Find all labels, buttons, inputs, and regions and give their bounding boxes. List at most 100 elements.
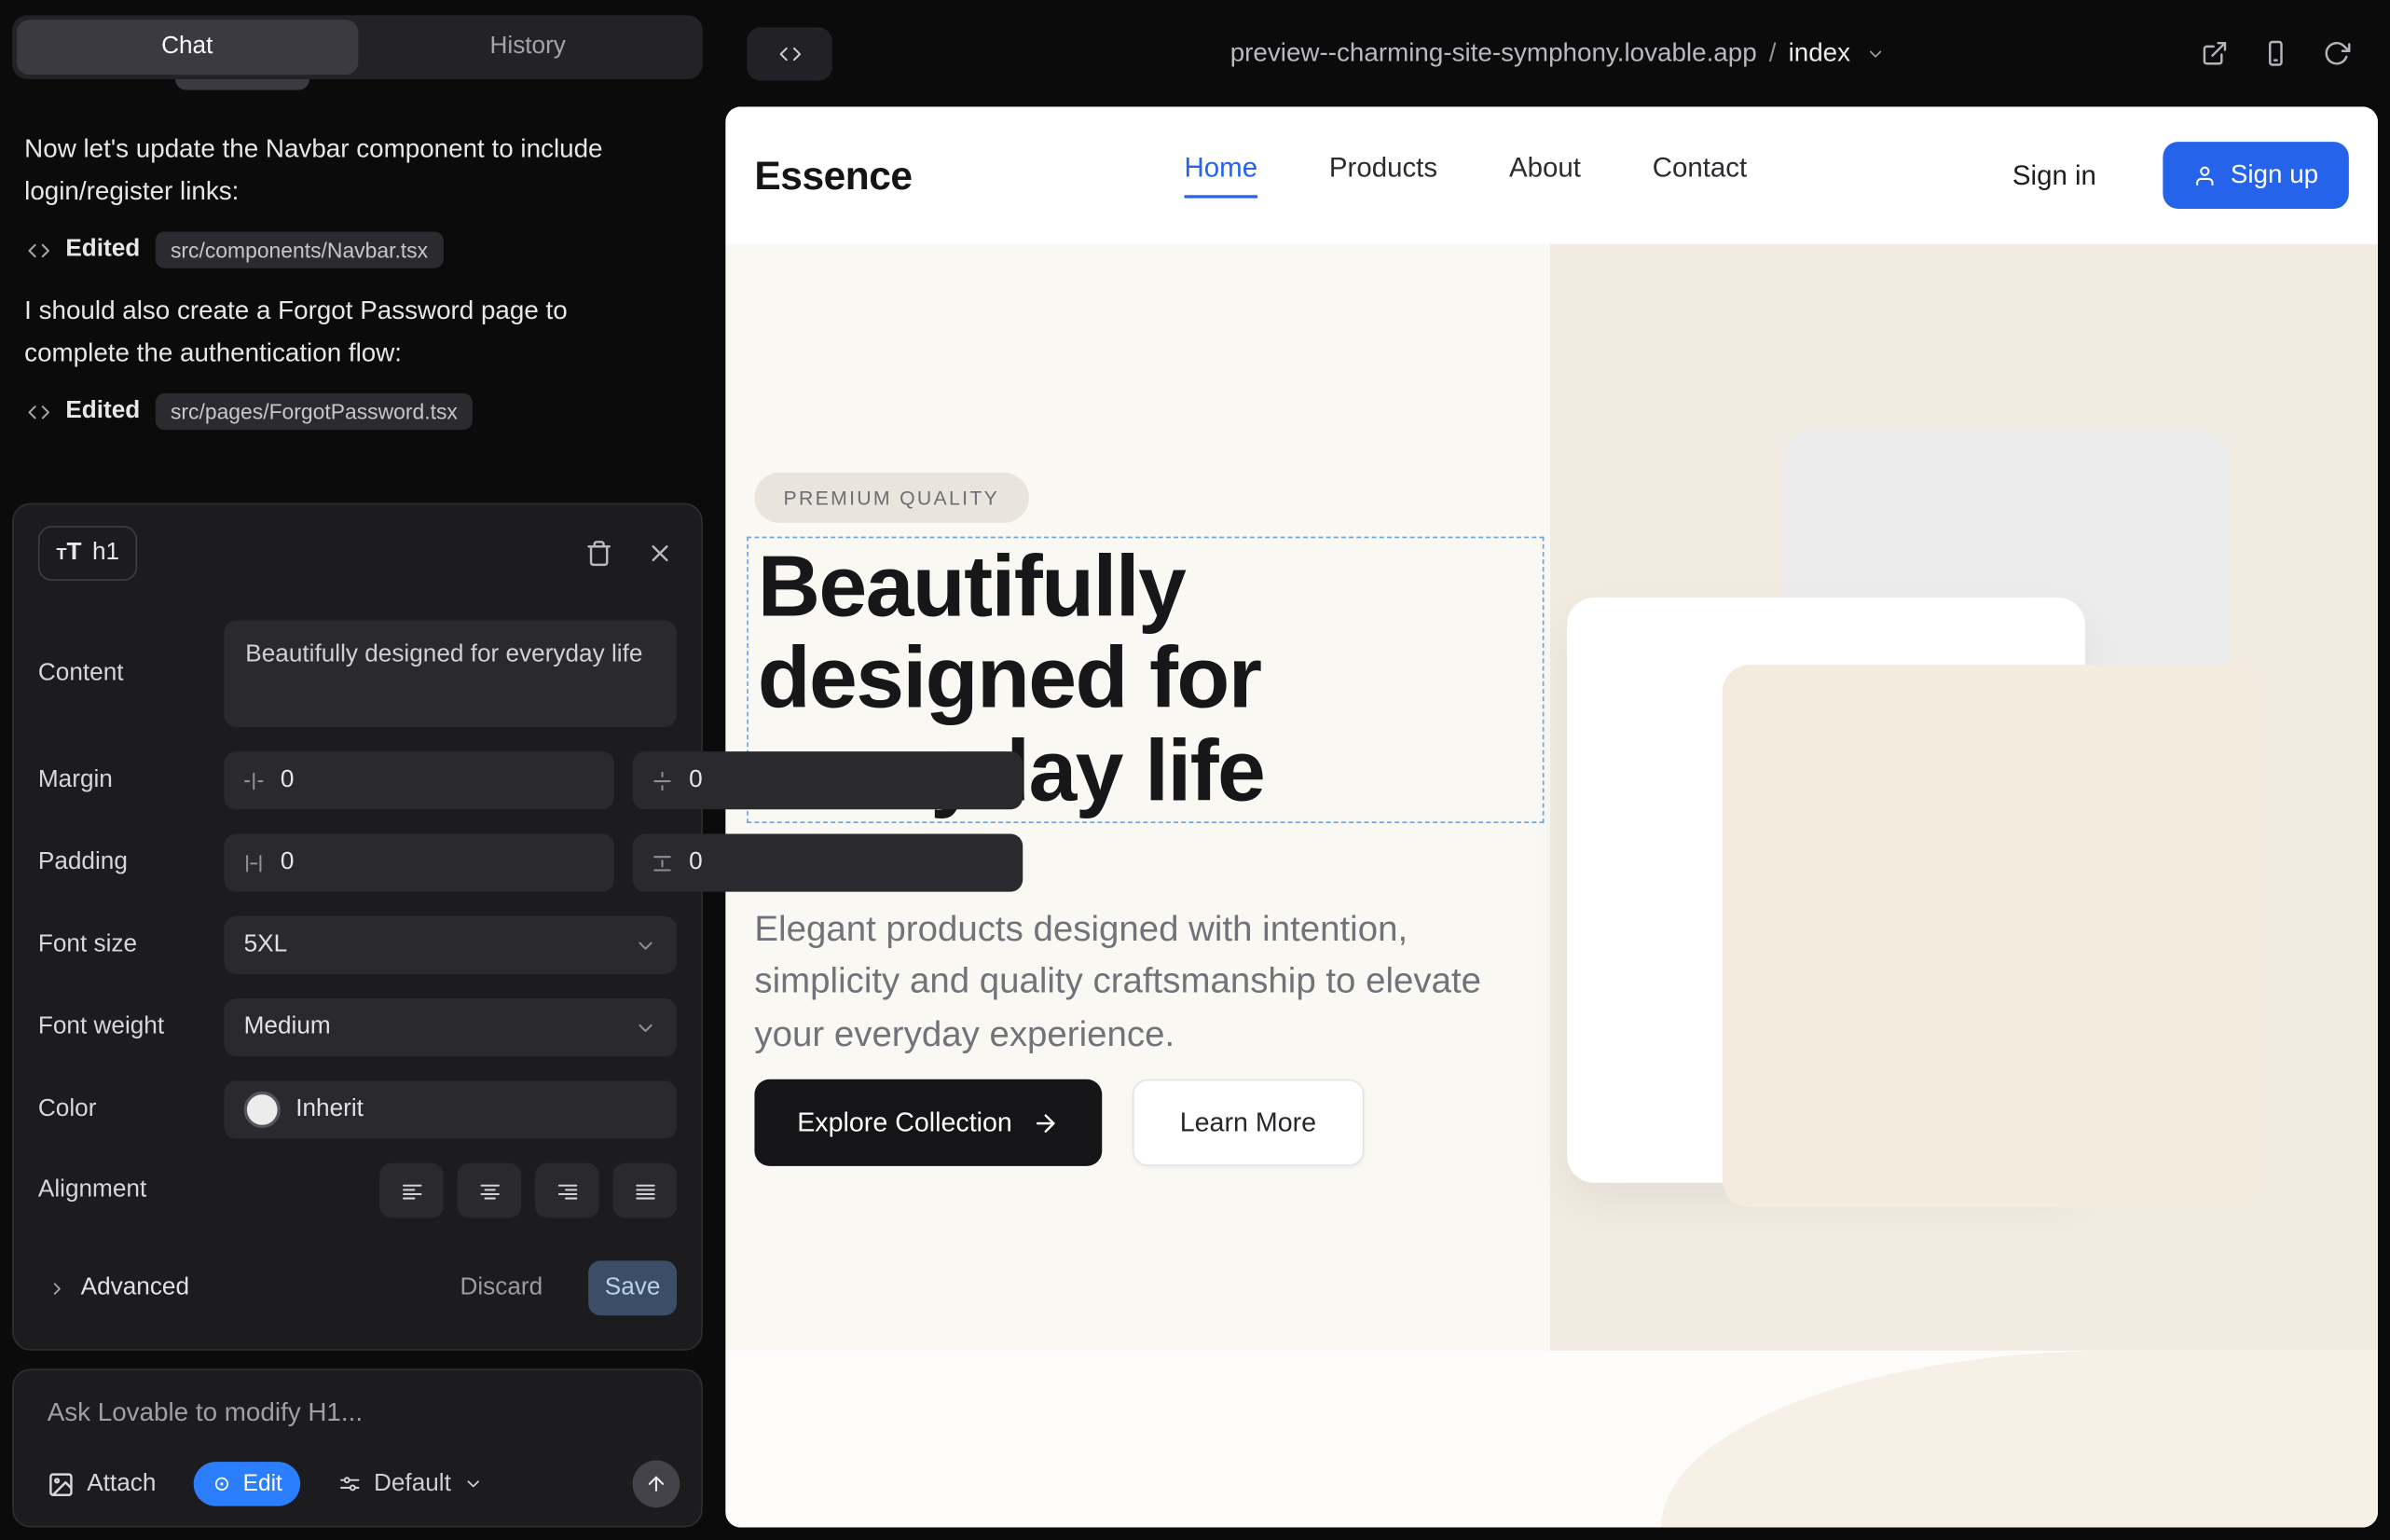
chat-composer: Attach Edit Default [12, 1368, 703, 1527]
nav-link-products[interactable]: Products [1329, 153, 1437, 199]
attach-label: Attach [87, 1470, 156, 1497]
refresh-button[interactable] [2323, 40, 2350, 67]
site-preview-frame: PREMIUM QUALITY Beautifully designed for… [725, 106, 2378, 1527]
tab-chat[interactable]: Chat [17, 20, 357, 75]
color-value: Inherit [295, 1096, 364, 1123]
align-right-button[interactable] [535, 1163, 599, 1218]
edited-file-row: Edited src/pages/ForgotPassword.tsx [27, 393, 678, 430]
align-center-icon [478, 1179, 501, 1203]
element-tag-pill[interactable]: TT h1 [38, 526, 138, 581]
nav-link-contact[interactable]: Contact [1653, 153, 1747, 199]
alignment-field-row: Alignment [14, 1163, 701, 1218]
edited-file-badge[interactable]: src/pages/ForgotPassword.tsx [156, 393, 474, 430]
padding-y-field [633, 833, 1023, 891]
content-textarea[interactable]: Beautifully designed for everyday life [224, 621, 677, 727]
font-weight-select[interactable]: Medium [224, 998, 677, 1056]
url-separator: / [1769, 38, 1777, 69]
font-weight-field-row: Font weight Medium [14, 998, 701, 1056]
color-label: Color [38, 1096, 224, 1123]
font-weight-label: Font weight [38, 1013, 224, 1040]
chevron-down-icon [634, 1016, 657, 1039]
smartphone-icon [2262, 40, 2289, 67]
preview-url-bar[interactable]: preview--charming-site-symphony.lovable.… [725, 0, 2390, 106]
chat-history-tabbar: Chat History [12, 15, 703, 79]
explore-collection-button[interactable]: Explore Collection [754, 1079, 1102, 1166]
chevron-down-icon [634, 934, 657, 957]
editor-footer: Advanced Discard Save [14, 1243, 701, 1315]
typography-icon: TT [57, 540, 82, 567]
font-size-label: Font size [38, 931, 224, 958]
save-button[interactable]: Save [588, 1260, 677, 1315]
tab-history[interactable]: History [357, 20, 697, 75]
padding-x-input[interactable] [281, 849, 596, 876]
edit-mode-button[interactable]: Edit [194, 1462, 300, 1506]
color-select[interactable]: Inherit [224, 1080, 677, 1138]
edited-file-badge[interactable]: src/components/Navbar.tsx [156, 232, 444, 268]
open-in-new-tab-button[interactable] [2201, 40, 2228, 67]
align-justify-button[interactable] [612, 1163, 677, 1218]
sliders-icon [338, 1473, 362, 1496]
font-weight-value: Medium [244, 1013, 331, 1040]
advanced-toggle[interactable]: Advanced [38, 1272, 199, 1303]
code-icon [27, 401, 50, 424]
nav-link-home[interactable]: Home [1185, 153, 1258, 199]
send-button[interactable] [633, 1461, 680, 1508]
arrow-right-icon [1032, 1109, 1059, 1136]
external-link-icon [2201, 40, 2228, 67]
decorative-card-beige [1723, 665, 2260, 1207]
padding-vertical-icon [651, 851, 674, 874]
hero-cta-row: Explore Collection Learn More [754, 1079, 1363, 1166]
chevron-right-icon [48, 1278, 67, 1298]
chat-message: I should also create a Forgot Password p… [24, 290, 641, 376]
chevron-down-icon [463, 1474, 483, 1493]
sign-in-button[interactable]: Sign in [2003, 158, 2106, 193]
attach-button[interactable]: Attach [38, 1469, 165, 1500]
composer-input[interactable] [44, 1395, 660, 1452]
advanced-label: Advanced [81, 1274, 189, 1301]
align-right-icon [556, 1179, 579, 1203]
content-label: Content [38, 660, 224, 687]
margin-vertical-icon [651, 769, 674, 792]
target-icon [213, 1474, 232, 1493]
color-field-row: Color Inherit [14, 1080, 701, 1138]
margin-horizontal-icon [242, 769, 266, 792]
edited-file-row: Edited src/components/Navbar.tsx [27, 232, 678, 268]
site-brand[interactable]: Essence [754, 152, 912, 199]
composer-toolbar: Attach Edit Default [38, 1461, 680, 1508]
margin-field-row: Margin [14, 751, 701, 809]
align-center-button[interactable] [458, 1163, 522, 1218]
model-mode-button[interactable]: Default [330, 1469, 492, 1500]
align-justify-icon [633, 1179, 656, 1203]
preview-path: index [1789, 38, 1850, 69]
element-tag-name: h1 [92, 540, 119, 567]
alignment-label: Alignment [38, 1176, 224, 1203]
margin-label: Margin [38, 767, 224, 794]
padding-x-field [224, 833, 614, 891]
learn-more-button[interactable]: Learn More [1133, 1079, 1364, 1166]
margin-y-input[interactable] [689, 767, 1004, 794]
align-left-button[interactable] [379, 1163, 444, 1218]
model-mode-label: Default [374, 1470, 451, 1497]
font-size-select[interactable]: 5XL [224, 916, 677, 974]
chat-message: Now let's update the Navbar component to… [24, 128, 641, 213]
chat-message-list: Now let's update the Navbar component to… [0, 94, 715, 451]
user-icon [2194, 164, 2218, 187]
preview-topbar: preview--charming-site-symphony.lovable.… [725, 0, 2390, 106]
nav-link-about[interactable]: About [1509, 153, 1581, 199]
sign-up-button[interactable]: Sign up [2163, 142, 2349, 209]
close-editor-button[interactable] [646, 540, 673, 567]
margin-y-field [633, 751, 1023, 809]
margin-x-input[interactable] [281, 767, 596, 794]
premium-quality-badge: PREMIUM QUALITY [754, 473, 1028, 523]
app-window: Chat History Now let's update the Navbar… [0, 0, 2390, 1540]
arrow-up-icon [645, 1473, 668, 1496]
code-icon [27, 239, 50, 262]
image-icon [48, 1470, 75, 1497]
padding-y-input[interactable] [689, 849, 1004, 876]
margin-x-field [224, 751, 614, 809]
color-swatch [244, 1092, 281, 1128]
editor-header: TT h1 [14, 504, 701, 581]
delete-element-button[interactable] [585, 540, 612, 567]
mobile-view-button[interactable] [2262, 40, 2289, 67]
discard-button[interactable]: Discard [451, 1272, 552, 1303]
